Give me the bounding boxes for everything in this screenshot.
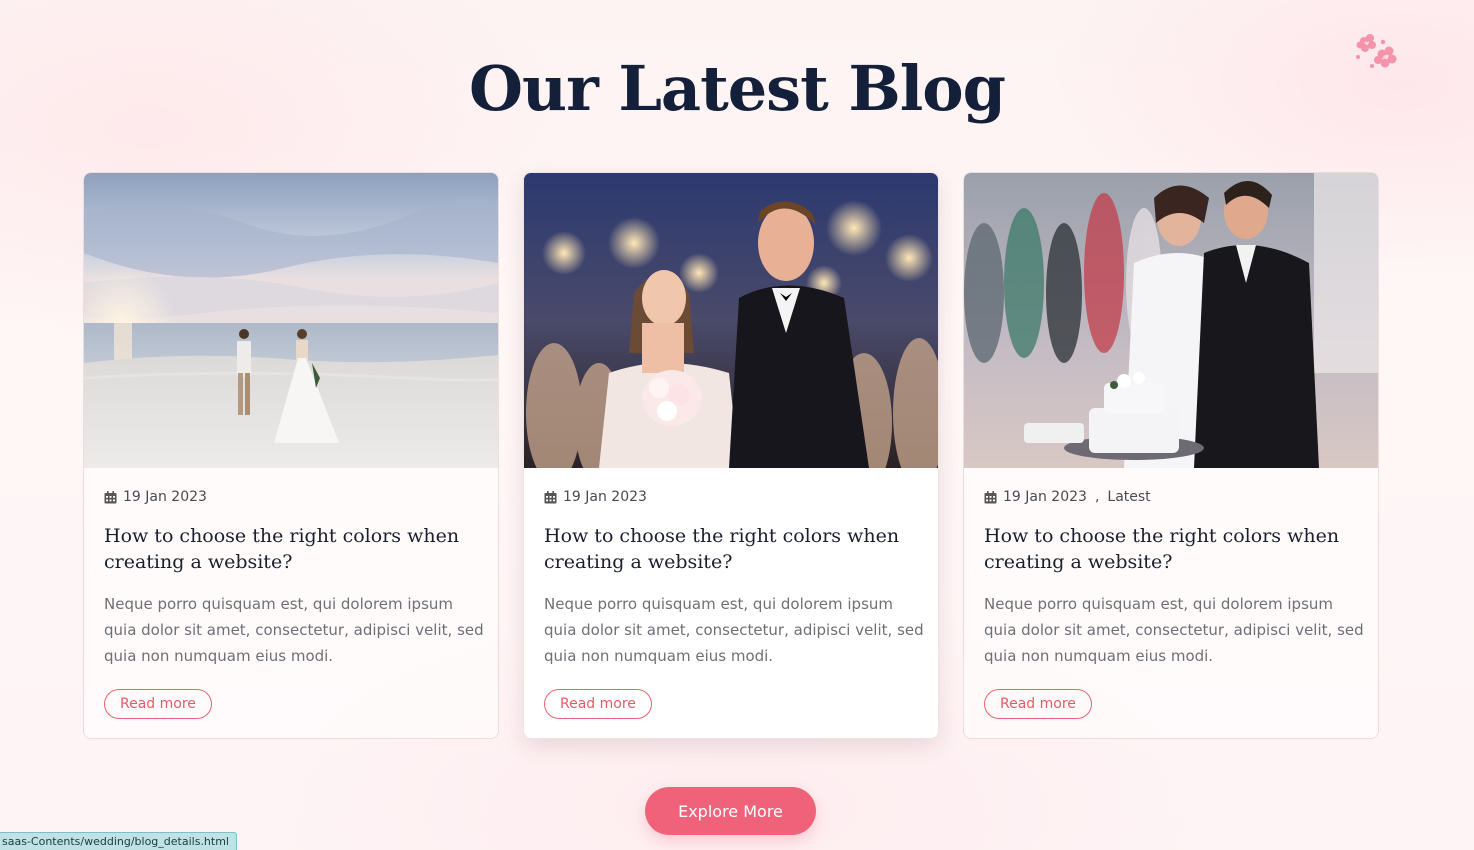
explore-more-button[interactable]: Explore More: [645, 787, 816, 835]
section-title: Our Latest Blog: [469, 52, 1006, 125]
blog-cards: 19 Jan 2023 How to choose the right colo…: [83, 172, 1379, 739]
post-title[interactable]: How to choose the right colors when crea…: [104, 523, 479, 575]
blog-card: 19 Jan 2023 How to choose the right colo…: [83, 172, 499, 739]
status-bar-url: saas-Contents/wedding/blog_details.html: [0, 832, 237, 850]
post-excerpt: Neque porro quisquam est, qui dolorem ip…: [984, 595, 1364, 665]
blog-card-image-sparklers[interactable]: [524, 173, 938, 468]
read-more-button[interactable]: Read more: [104, 689, 212, 719]
post-excerpt: Neque porro quisquam est, qui dolorem ip…: [544, 595, 924, 665]
post-date: 19 Jan 2023: [563, 489, 647, 505]
blog-card: 19 Jan 2023 , Latest How to choose the r…: [963, 172, 1379, 739]
calendar-icon: [544, 490, 557, 503]
blog-card-image-cake[interactable]: [964, 173, 1378, 468]
post-date: 19 Jan 2023: [1003, 489, 1087, 505]
post-meta: 19 Jan 2023: [104, 489, 207, 505]
post-date: 19 Jan 2023: [123, 489, 207, 505]
post-category-link[interactable]: Latest: [1107, 489, 1150, 505]
blog-card-featured: 19 Jan 2023 How to choose the right colo…: [523, 172, 939, 739]
meta-separator: ,: [1094, 489, 1100, 505]
read-more-button[interactable]: Read more: [544, 689, 652, 719]
calendar-icon: [984, 490, 997, 503]
blog-card-image-beach[interactable]: [84, 173, 498, 468]
post-meta: 19 Jan 2023 , Latest: [984, 489, 1151, 505]
calendar-icon: [104, 490, 117, 503]
read-more-button[interactable]: Read more: [984, 689, 1092, 719]
post-excerpt: Neque porro quisquam est, qui dolorem ip…: [104, 595, 484, 665]
post-title[interactable]: How to choose the right colors when crea…: [544, 523, 919, 575]
post-meta: 19 Jan 2023: [544, 489, 647, 505]
post-title[interactable]: How to choose the right colors when crea…: [984, 523, 1359, 575]
